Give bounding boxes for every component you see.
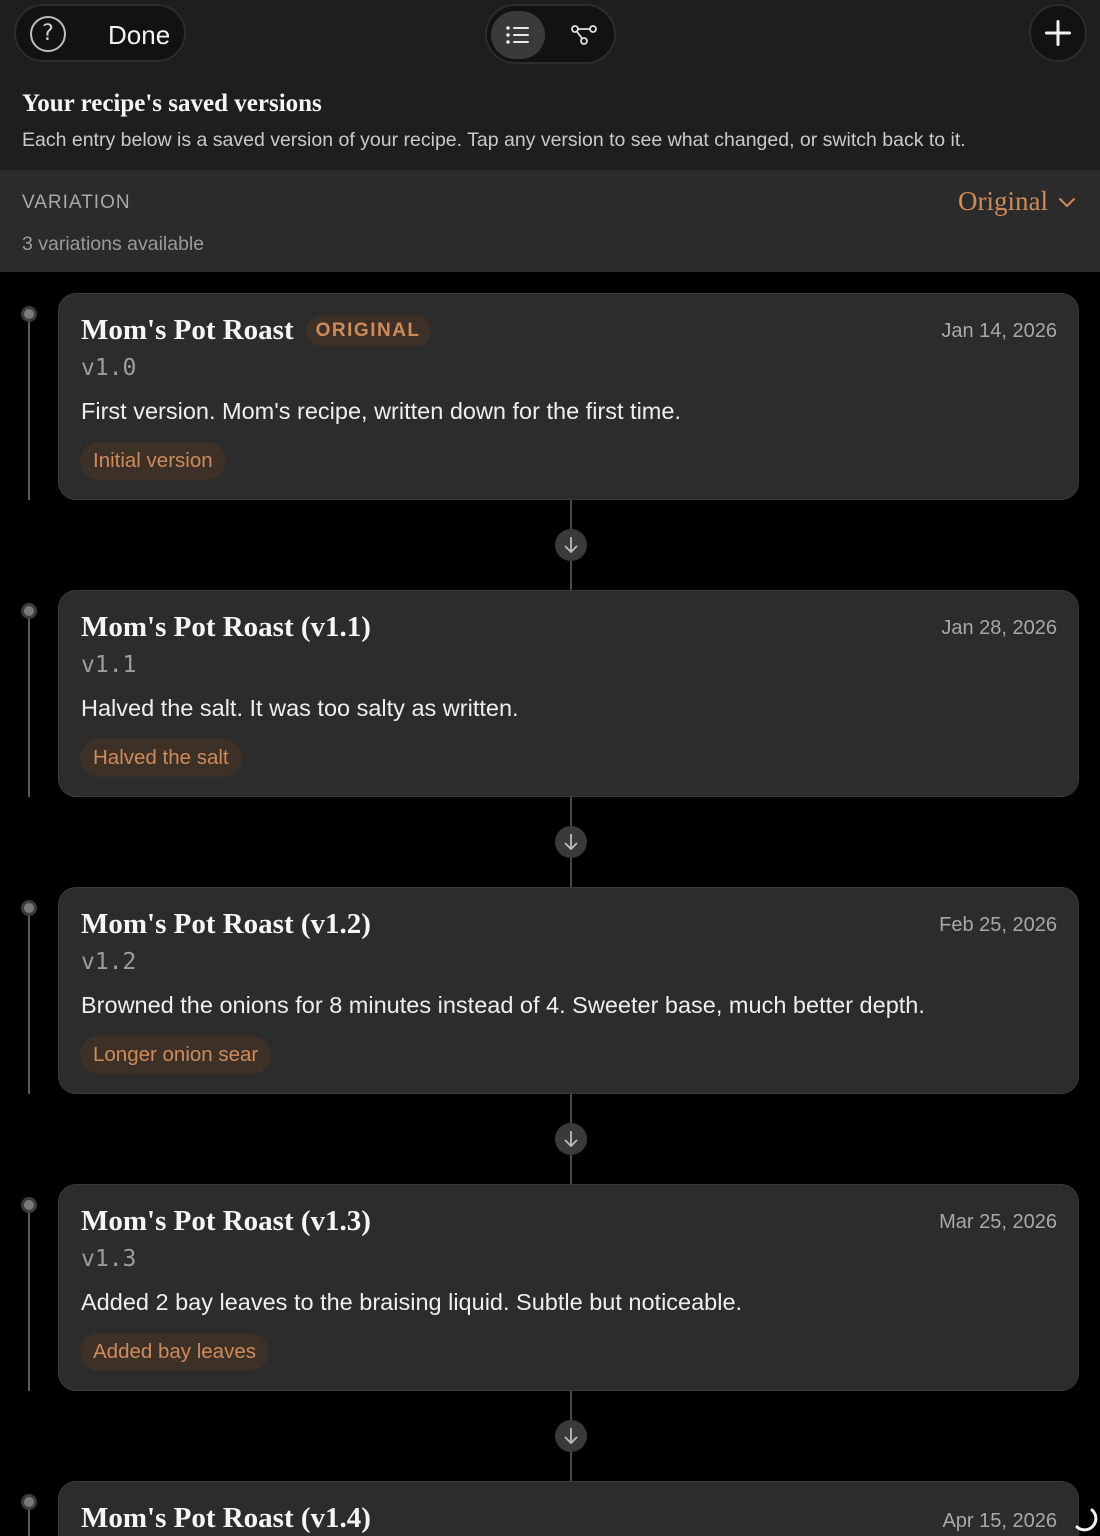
version-date: Apr 15, 2026 [942,1510,1057,1532]
page-subtitle: Each entry below is a saved version of y… [22,129,966,151]
arrow-down-icon [555,529,587,561]
version-title: Mom's Pot Roast (v1.3) [81,1205,371,1237]
timeline-dot [21,900,37,916]
timeline-dot [21,306,37,322]
done-button[interactable]: Done [108,20,170,51]
version-card[interactable]: Mom's Pot Roast (v1.4) Apr 15, 2026 [58,1481,1079,1536]
change-tag: Longer onion sear [80,1036,272,1074]
change-tag: Added bay leaves [80,1333,269,1371]
chevron-down-icon [1059,197,1075,207]
version-description: Browned the onions for 8 minutes instead… [81,992,925,1018]
graph-view-button[interactable] [557,11,611,59]
version-number: v1.1 [81,652,137,678]
version-card[interactable]: Mom's Pot Roast ORIGINAL Jan 14, 2026 v1… [58,293,1079,500]
timeline-line [28,611,30,797]
version-description: Added 2 bay leaves to the braising liqui… [81,1289,743,1315]
timeline-dot [21,1494,37,1510]
version-title: Mom's Pot Roast (v1.1) [81,611,371,643]
list-view-button[interactable] [491,11,545,59]
version-number: v1.2 [81,949,137,975]
change-tag: Halved the salt [80,739,242,777]
variation-label: VARIATION [22,192,131,213]
original-badge: ORIGINAL [305,315,431,346]
variation-dropdown[interactable]: Original [958,186,1076,217]
version-date: Jan 14, 2026 [941,320,1057,342]
version-date: Mar 25, 2026 [939,1211,1057,1233]
arrow-down-icon [555,826,587,858]
version-title: Mom's Pot Roast [81,314,294,346]
variation-selected: Original [958,186,1048,216]
version-title: Mom's Pot Roast (v1.4) [81,1502,371,1534]
loading-spinner-icon [1075,1508,1098,1532]
timeline-dot [21,603,37,619]
arrow-down-icon [555,1420,587,1452]
variation-bar: VARIATION 3 variations available Origina… [0,170,1100,272]
version-date: Jan 28, 2026 [941,617,1057,639]
help-icon[interactable]: ? [30,16,66,52]
variation-count: 3 variations available [22,233,205,255]
version-card[interactable]: Mom's Pot Roast (v1.1) Jan 28, 2026 v1.1… [58,590,1079,797]
plus-icon [1045,20,1071,46]
version-description: First version. Mom's recipe, written dow… [81,398,681,424]
page-title: Your recipe's saved versions [22,90,322,117]
version-number: v1.3 [81,1246,137,1272]
version-date: Feb 25, 2026 [939,914,1057,936]
version-title: Mom's Pot Roast (v1.2) [81,908,371,940]
timeline-line [28,908,30,1094]
version-description: Halved the salt. It was too salty as wri… [81,695,519,721]
version-card[interactable]: Mom's Pot Roast (v1.2) Feb 25, 2026 v1.2… [58,887,1079,1094]
arrow-down-icon [555,1123,587,1155]
version-card[interactable]: Mom's Pot Roast (v1.3) Mar 25, 2026 v1.3… [58,1184,1079,1391]
view-toggle [485,4,616,64]
list-view-icon [506,26,529,44]
done-pill: ? Done [14,4,186,62]
change-tag: Initial version [80,442,226,480]
timeline-line [28,314,30,500]
timeline-dot [21,1197,37,1213]
timeline-line [28,1205,30,1391]
header: ? Done Your recipe's saved versions Each… [0,0,1100,170]
version-number: v1.0 [81,355,137,381]
add-version-button[interactable] [1029,4,1087,62]
branch-graph-icon [571,25,597,45]
